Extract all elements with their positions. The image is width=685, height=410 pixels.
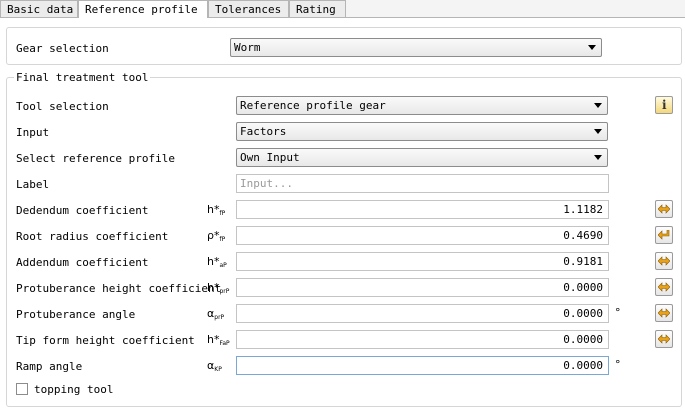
ramp-angle-unit: ° <box>615 358 621 371</box>
root-radius-input[interactable]: 0.4690 <box>236 226 609 245</box>
double-arrow-icon <box>658 334 670 344</box>
ramp-angle-input[interactable]: 0.0000 <box>236 356 609 375</box>
double-arrow-icon <box>658 282 670 292</box>
addendum-input[interactable]: 0.9181 <box>236 252 609 271</box>
addendum-convert-button[interactable] <box>655 252 673 270</box>
tab-bar: Basic data Reference profile Tolerances … <box>0 0 685 18</box>
input-dropdown[interactable]: Factors <box>236 122 608 141</box>
tool-selection-dropdown[interactable]: Reference profile gear <box>236 96 608 115</box>
tool-selection-value: Reference profile gear <box>240 99 386 112</box>
addendum-label: Addendum coefficient <box>16 256 149 269</box>
topping-tool-checkbox[interactable] <box>16 383 28 395</box>
label-input[interactable]: Input... <box>236 174 609 193</box>
gear-selection-value: Worm <box>234 41 261 54</box>
tool-selection-label: Tool selection <box>16 100 109 113</box>
root-radius-label: Root radius coefficient <box>16 230 169 243</box>
double-arrow-icon <box>658 256 670 266</box>
input-label: Input <box>16 126 50 139</box>
protuberance-angle-input[interactable]: 0.0000 <box>236 304 609 323</box>
double-arrow-icon <box>658 308 670 318</box>
tab-rating[interactable]: Rating <box>289 0 346 17</box>
chevron-down-icon <box>588 45 596 50</box>
protuberance-height-label: Protuberance height coefficient <box>16 282 222 295</box>
protuberance-angle-symbol: αprP <box>207 307 225 321</box>
info-glyph: i <box>662 98 667 112</box>
info-icon[interactable]: i <box>655 96 673 114</box>
tip-form-height-symbol: h*FaP <box>207 333 230 347</box>
chevron-down-icon <box>594 129 602 134</box>
double-arrow-icon <box>658 204 670 214</box>
tip-form-height-input[interactable]: 0.0000 <box>236 330 609 349</box>
gear-selection-dropdown[interactable]: Worm <box>230 38 602 57</box>
input-value: Factors <box>240 125 287 138</box>
ramp-angle-label: Ramp angle <box>16 360 83 373</box>
final-treatment-legend: Final treatment tool <box>14 71 151 84</box>
chevron-down-icon <box>594 155 602 160</box>
reference-profile-dropdown[interactable]: Own Input <box>236 148 608 167</box>
tip-form-height-label: Tip form height coefficient <box>16 334 195 347</box>
protuberance-angle-convert-button[interactable] <box>655 304 673 322</box>
protuberance-height-symbol: h*prP <box>207 281 230 295</box>
chevron-down-icon <box>594 103 602 108</box>
addendum-symbol: h*aP <box>207 255 227 269</box>
protuberance-height-input[interactable]: 0.0000 <box>236 278 609 297</box>
dedendum-symbol: h*fP <box>207 203 226 217</box>
return-arrow-icon <box>658 230 670 240</box>
root-radius-apply-button[interactable] <box>655 226 673 244</box>
select-reference-profile-label: Select reference profile <box>16 152 175 165</box>
protuberance-angle-label: Protuberance angle <box>16 308 136 321</box>
protuberance-angle-unit: ° <box>615 306 621 319</box>
ramp-angle-symbol: αKP <box>207 359 222 373</box>
label-field-label: Label <box>16 178 50 191</box>
root-radius-symbol: ρ*fP <box>207 229 226 243</box>
topping-tool-label: topping tool <box>34 383 114 396</box>
dedendum-input[interactable]: 1.1182 <box>236 200 609 219</box>
tab-tolerances[interactable]: Tolerances <box>208 0 289 17</box>
reference-profile-value: Own Input <box>240 151 300 164</box>
tip-form-height-convert-button[interactable] <box>655 330 673 348</box>
label-input-placeholder: Input... <box>240 177 293 190</box>
tab-reference-profile[interactable]: Reference profile <box>78 0 208 18</box>
protuberance-height-convert-button[interactable] <box>655 278 673 296</box>
gear-selection-label: Gear selection <box>16 42 109 55</box>
dedendum-convert-button[interactable] <box>655 200 673 218</box>
dedendum-label: Dedendum coefficient <box>16 204 149 217</box>
tab-basic-data[interactable]: Basic data <box>0 0 78 17</box>
